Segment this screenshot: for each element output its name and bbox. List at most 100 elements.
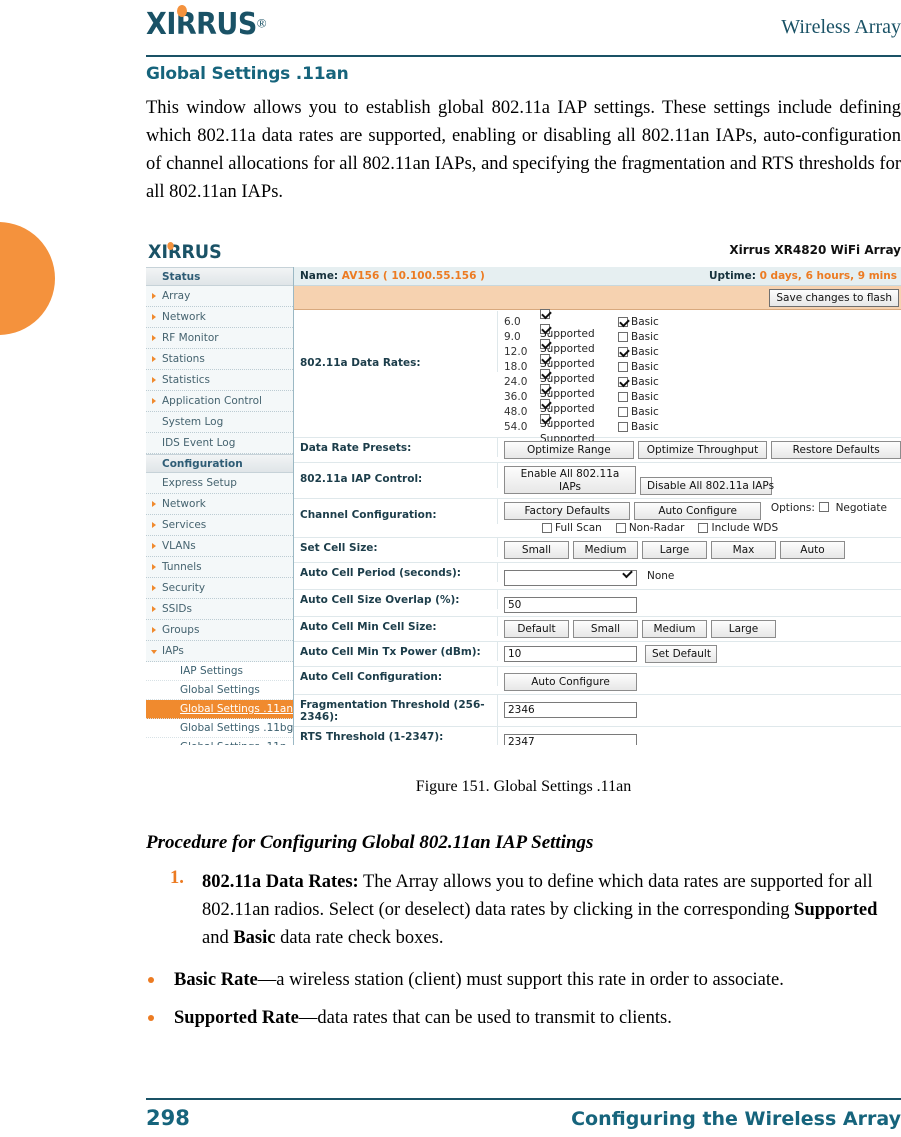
save-changes-to-flash-button[interactable]: Save changes to flash xyxy=(769,289,899,307)
bullet-text: —a wireless station (client) must suppor… xyxy=(257,970,784,990)
data-rate-value: 36.0 xyxy=(504,390,528,403)
sidebar-subitem-global-settings[interactable]: Global Settings xyxy=(146,681,293,700)
min-cell-small-button[interactable]: Small xyxy=(573,620,638,638)
min-cell-medium-button[interactable]: Medium xyxy=(642,620,707,638)
bullet-term: Supported Rate xyxy=(174,1008,299,1028)
sidebar-subitem-iap-settings[interactable]: IAP Settings xyxy=(146,662,293,681)
data-rates-label: 802.11a Data Rates: xyxy=(294,311,498,372)
negotiate-checkbox[interactable] xyxy=(818,502,829,512)
wmi-titlebar: XIRRUS Xirrus XR4820 WiFi Array xyxy=(146,233,901,267)
basic-checkbox[interactable] xyxy=(618,346,628,357)
sidebar-subitem-global-settings-11an[interactable]: Global Settings .11an xyxy=(146,700,293,719)
cell-size-auto-button[interactable]: Auto xyxy=(780,541,845,559)
sidebar-item-services[interactable]: Services xyxy=(146,515,293,536)
sidebar-section-status[interactable]: Status xyxy=(146,267,293,286)
sidebar-item-label: Statistics xyxy=(162,374,210,386)
set-default-button[interactable]: Set Default xyxy=(645,645,717,663)
sidebar-item-groups[interactable]: Groups xyxy=(146,620,293,641)
bullet-term: Basic Rate xyxy=(174,970,258,990)
rts-threshold-input[interactable] xyxy=(504,734,637,745)
ip-value: ( 10.100.55.156 ) xyxy=(382,270,485,282)
basic-checkbox[interactable] xyxy=(618,406,628,417)
channel-config-scan-options: Full Scan Non-Radar Include WDS xyxy=(504,522,901,534)
sidebar-item-express-setup[interactable]: Express Setup xyxy=(146,473,293,494)
supported-checkbox[interactable] xyxy=(540,308,550,319)
optimize-range-button[interactable]: Optimize Range xyxy=(504,441,634,459)
page-content: Global Settings .11an This window allows… xyxy=(146,64,901,206)
basic-checkbox[interactable] xyxy=(618,331,628,342)
sidebar-item-label: Express Setup xyxy=(162,477,237,489)
supported-checkbox[interactable] xyxy=(540,323,550,334)
sidebar-item-system-log[interactable]: System Log xyxy=(146,412,293,433)
sidebar-item-ssids[interactable]: SSIDs xyxy=(146,599,293,620)
fragmentation-threshold-input[interactable] xyxy=(504,702,637,718)
supported-checkbox[interactable] xyxy=(540,368,550,379)
chevron-right-icon xyxy=(152,398,156,404)
sidebar-subitem-global-settings-11n[interactable]: Global Settings .11n xyxy=(146,738,293,745)
data-rate-value: 54.0 xyxy=(504,420,528,433)
supported-checkbox[interactable] xyxy=(540,338,550,349)
channel-auto-configure-button[interactable]: Auto Configure xyxy=(634,502,761,520)
optimize-throughput-button[interactable]: Optimize Throughput xyxy=(637,441,768,459)
row-auto-cell-configuration: Auto Cell Configuration: Auto Configure xyxy=(294,667,901,695)
auto-cell-configure-button[interactable]: Auto Configure xyxy=(504,673,637,691)
wmi-sidebar: Status Array Network RF Monitor Stations Stat… xyxy=(146,267,300,745)
cell-size-small-button[interactable]: Small xyxy=(504,541,569,559)
supported-checkbox[interactable] xyxy=(540,413,550,424)
chevron-right-icon xyxy=(152,314,156,320)
footer-title: Configuring the Wireless Array xyxy=(571,1108,901,1130)
sidebar-item-application-control[interactable]: Application Control xyxy=(146,391,293,412)
auto-cell-period-none-checkbox[interactable] xyxy=(622,569,632,579)
auto-cell-period-input[interactable] xyxy=(504,570,637,586)
auto-cell-overlap-input[interactable] xyxy=(504,597,637,613)
supported-checkbox[interactable] xyxy=(540,398,550,409)
cell-size-medium-button[interactable]: Medium xyxy=(573,541,638,559)
step-number: 1. xyxy=(170,868,184,888)
include-wds-checkbox[interactable] xyxy=(698,523,709,533)
enable-all-iaps-button[interactable]: Enable All 802.11a IAPs xyxy=(504,466,636,494)
sidebar-subitem-global-settings-11bgn[interactable]: Global Settings .11bgn xyxy=(146,719,300,738)
row-data-rate-presets: Data Rate Presets: Optimize Range Optimi… xyxy=(294,438,901,463)
sidebar-item-network[interactable]: Network xyxy=(146,494,293,515)
sidebar-item-security[interactable]: Security xyxy=(146,578,293,599)
procedure-section: Procedure for Configuring Global 802.11a… xyxy=(146,832,901,1042)
basic-checkbox[interactable] xyxy=(618,376,628,387)
basic-checkbox[interactable] xyxy=(618,421,628,432)
disable-all-iaps-button[interactable]: Disable All 802.11a IAPs xyxy=(640,477,774,495)
supported-checkbox[interactable] xyxy=(540,353,550,364)
sidebar-item-statistics[interactable]: Statistics xyxy=(146,370,293,391)
basic-checkbox[interactable] xyxy=(618,391,628,402)
sidebar-item-array[interactable]: Array xyxy=(146,286,293,307)
data-rate-presets-label: Data Rate Presets: xyxy=(294,438,498,457)
min-cell-large-button[interactable]: Large xyxy=(711,620,776,638)
restore-defaults-button[interactable]: Restore Defaults xyxy=(771,441,901,459)
factory-defaults-button[interactable]: Factory Defaults xyxy=(504,502,631,520)
auto-cell-min-size-label: Auto Cell Min Cell Size: xyxy=(294,617,498,636)
basic-checkbox[interactable] xyxy=(618,361,628,372)
sidebar-item-ids-event-log[interactable]: IDS Event Log xyxy=(146,433,293,454)
sidebar-item-vlans[interactable]: VLANs xyxy=(146,536,293,557)
min-cell-default-button[interactable]: Default xyxy=(504,620,569,638)
chevron-right-icon xyxy=(152,543,156,549)
sidebar-item-label: Security xyxy=(162,582,206,594)
figure-screenshot: XIRRUS Xirrus XR4820 WiFi Array Status Ar… xyxy=(146,233,901,745)
sidebar-item-tunnels[interactable]: Tunnels xyxy=(146,557,293,578)
non-radar-checkbox[interactable] xyxy=(615,523,626,533)
bullet-dot-icon xyxy=(148,977,154,983)
chevron-right-icon xyxy=(152,564,156,570)
basic-checkbox[interactable] xyxy=(618,316,628,327)
chevron-right-icon xyxy=(152,627,156,633)
sidebar-item-network[interactable]: Network xyxy=(146,307,293,328)
supported-checkbox[interactable] xyxy=(540,383,550,394)
basic-label: Basic xyxy=(631,420,659,433)
full-scan-checkbox[interactable] xyxy=(542,523,552,533)
sidebar-item-rf-monitor[interactable]: RF Monitor xyxy=(146,328,293,349)
sidebar-section-configuration[interactable]: Configuration xyxy=(146,454,293,473)
procedure-bullets: Basic Rate—a wireless station (client) m… xyxy=(146,966,901,1032)
chevron-down-icon xyxy=(151,650,157,654)
cell-size-large-button[interactable]: Large xyxy=(642,541,707,559)
auto-cell-min-tx-input[interactable] xyxy=(504,646,637,662)
cell-size-max-button[interactable]: Max xyxy=(711,541,776,559)
sidebar-item-stations[interactable]: Stations xyxy=(146,349,293,370)
sidebar-item-iaps[interactable]: IAPs xyxy=(146,641,293,662)
